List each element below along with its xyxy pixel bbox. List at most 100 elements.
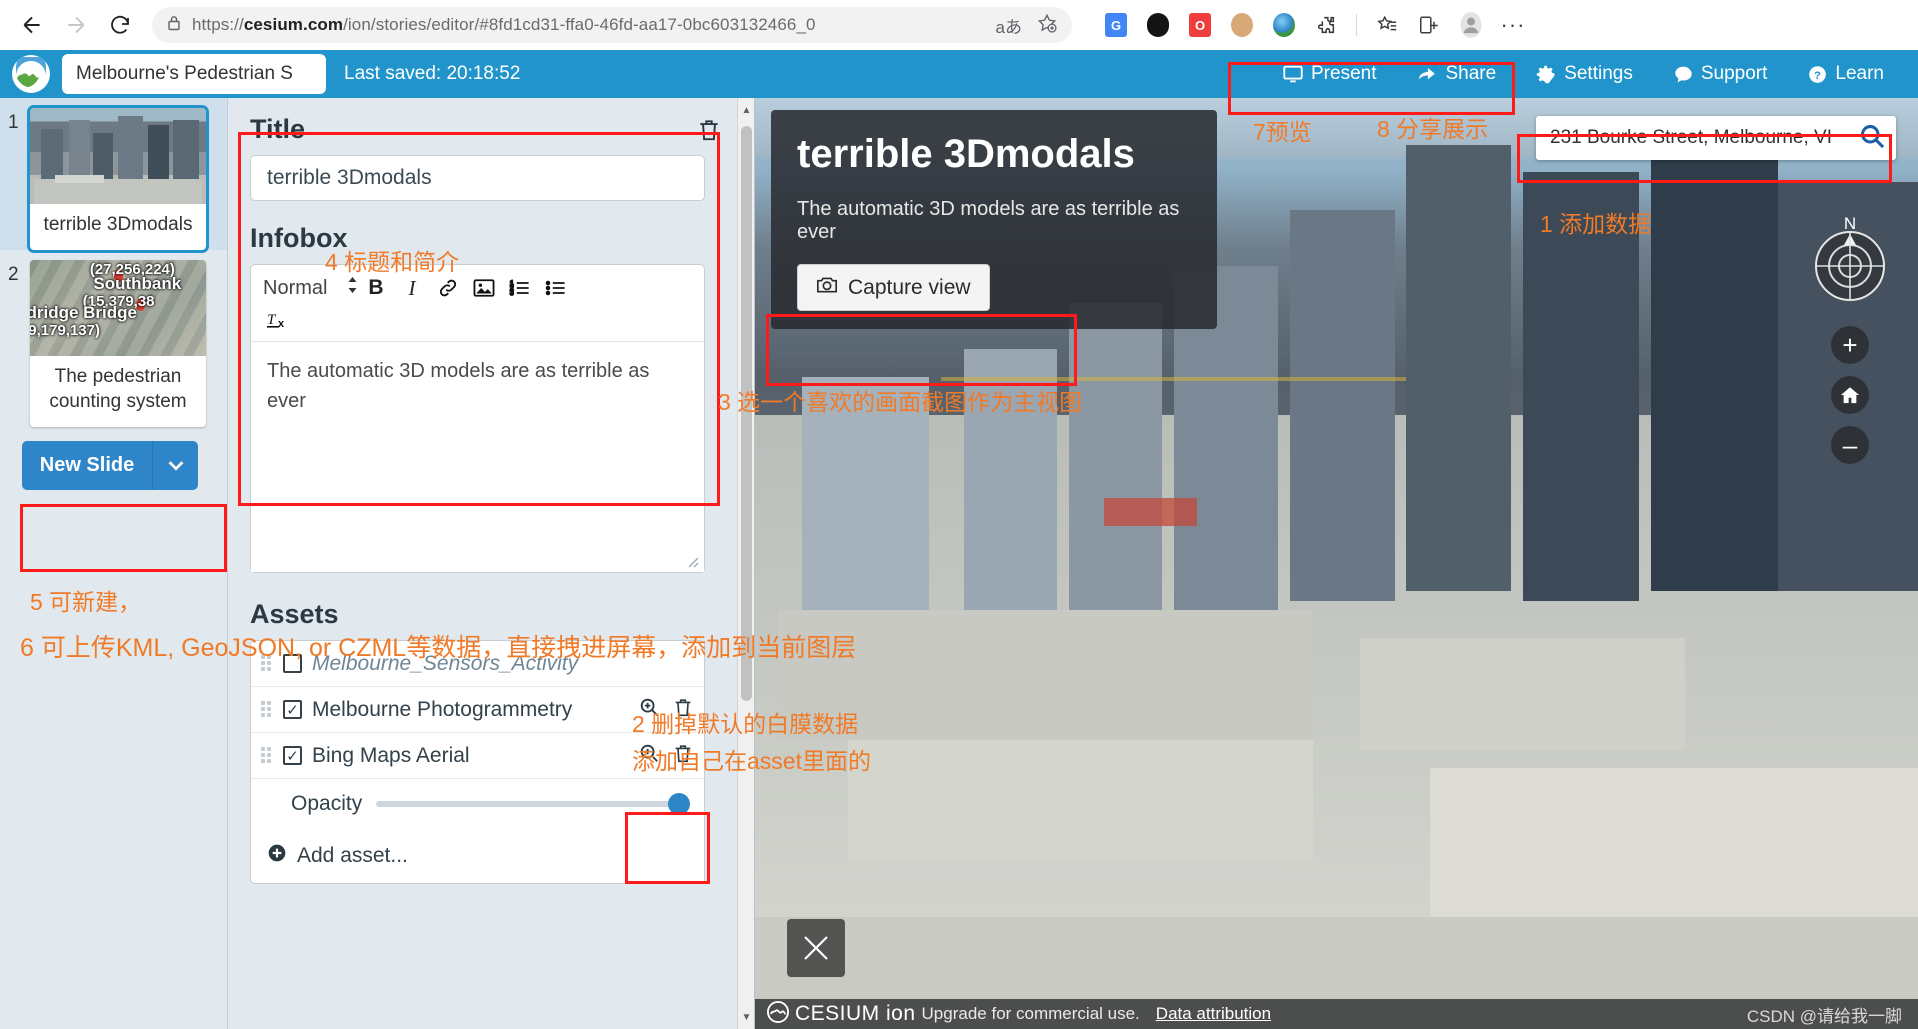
- read-aloud-icon[interactable]: aあ: [996, 13, 1022, 38]
- zoom-out-button[interactable]: –: [1831, 426, 1869, 464]
- gear-icon: [1536, 64, 1557, 85]
- slide-card[interactable]: terrible 3Dmodals: [27, 105, 209, 253]
- italic-icon[interactable]: I: [395, 273, 429, 303]
- capture-view-button[interactable]: Capture view: [797, 264, 990, 311]
- story-title-value: Melbourne's Pedestrian S: [76, 63, 293, 84]
- add-favorite-icon[interactable]: [1036, 12, 1058, 39]
- drag-handle-icon[interactable]: [261, 746, 273, 765]
- opacity-control[interactable]: Opacity: [251, 779, 704, 829]
- overlay-subtitle-text: The automatic 3D models are as terrible …: [797, 198, 1180, 243]
- dark-reader-extension[interactable]: [1140, 7, 1176, 43]
- svg-text:?: ?: [1814, 69, 1821, 81]
- forward-arrow-icon[interactable]: [56, 5, 96, 45]
- new-slide-button[interactable]: New Slide: [22, 440, 152, 490]
- rte-format-dropdown[interactable]: Normal: [263, 275, 359, 301]
- data-attribution-link[interactable]: Data attribution: [1156, 1004, 1271, 1024]
- face-extension[interactable]: [1224, 7, 1260, 43]
- back-arrow-icon[interactable]: [12, 5, 52, 45]
- present-button[interactable]: Present: [1262, 50, 1396, 98]
- scroll-down-arrow[interactable]: ▼: [738, 1007, 754, 1027]
- rte-format-value: Normal: [263, 276, 328, 299]
- measure-tools-icon[interactable]: [787, 919, 845, 977]
- learn-button[interactable]: ? Learn: [1787, 50, 1904, 98]
- delete-slide-button[interactable]: [696, 116, 722, 149]
- last-saved-status: Last saved: 20:18:52: [344, 63, 521, 84]
- image-icon[interactable]: [467, 273, 501, 303]
- assets-section-label: Assets: [250, 599, 339, 629]
- header-actions: Present Share Settings Support ? Learn: [1262, 50, 1918, 98]
- chat-bubble-icon: [1673, 64, 1694, 85]
- annotation-8: 8 分享展示: [1377, 116, 1489, 142]
- browser-toolbar: https://cesium.com/ion/stories/editor/#8…: [0, 0, 1918, 50]
- slides-sidebar: 1 terrible 3Dmodals 2 (27,256,224) South…: [0, 98, 228, 1029]
- bullet-list-icon[interactable]: [539, 273, 573, 303]
- support-button[interactable]: Support: [1653, 50, 1788, 98]
- address-bar[interactable]: https://cesium.com/ion/stories/editor/#8…: [152, 7, 1072, 43]
- cesium-ion-logo[interactable]: [12, 55, 50, 93]
- reload-icon[interactable]: [100, 5, 140, 45]
- asset-visibility-checkbox[interactable]: ✓: [283, 700, 302, 719]
- opera-extension[interactable]: O: [1182, 7, 1218, 43]
- editor-scrollbar[interactable]: ▲ ▼: [737, 98, 754, 1029]
- slide-title-input[interactable]: terrible 3Dmodals: [250, 155, 705, 201]
- slide-editor-panel: Title terrible 3Dmodals Infobox Normal B…: [228, 98, 755, 1029]
- asset-visibility-checkbox[interactable]: ✓: [283, 746, 302, 765]
- svg-text:T: T: [267, 312, 277, 328]
- split-screen-icon[interactable]: [1411, 7, 1447, 43]
- thumbnail-map-labels: (27,256,224) Southbank (15,379,38 dridge…: [30, 260, 182, 339]
- annotation-6: 6 可上传KML, GeoJSON, or CZML等数据，直接拽进屏幕，添加到…: [20, 634, 857, 662]
- slide-number: 2: [8, 263, 19, 285]
- cesium-credit-brand: CESIUM ion: [795, 1002, 916, 1025]
- slide-title-overlay: terrible 3Dmodals The automatic 3D model…: [771, 110, 1217, 329]
- clear-format-icon[interactable]: Tx: [263, 305, 297, 335]
- share-label: Share: [1445, 63, 1497, 84]
- slide-caption: The pedestrian counting system: [49, 365, 187, 413]
- add-asset-button[interactable]: Add asset...: [251, 829, 704, 883]
- favorites-list-icon[interactable]: [1369, 7, 1405, 43]
- search-icon[interactable]: [1858, 122, 1886, 155]
- profile-avatar-icon[interactable]: [1453, 7, 1489, 43]
- puzzle-extensions-icon[interactable]: [1308, 7, 1344, 43]
- settings-button[interactable]: Settings: [1516, 50, 1653, 98]
- updown-caret-icon: [346, 275, 359, 301]
- cesium-globe-viewer[interactable]: terrible 3Dmodals The automatic 3D model…: [755, 98, 1918, 1029]
- resize-handle[interactable]: [685, 554, 699, 568]
- question-circle-icon: ?: [1807, 64, 1828, 85]
- home-button[interactable]: [1831, 376, 1869, 414]
- opacity-slider[interactable]: [376, 793, 690, 815]
- compass-icon[interactable]: N: [1804, 214, 1896, 308]
- support-label: Support: [1700, 63, 1768, 84]
- capture-view-label: Capture view: [848, 275, 971, 299]
- slide-number: 1: [8, 112, 19, 133]
- add-asset-label: Add asset...: [297, 844, 408, 867]
- scroll-up-arrow[interactable]: ▲: [738, 100, 754, 120]
- snipaste-extension[interactable]: [1266, 7, 1302, 43]
- infobox-rich-text-editor[interactable]: Normal B I 1 2 3 T x The automatic 3D mo…: [250, 264, 705, 573]
- search-input[interactable]: 231 Bourke Street, Melbourne, VI: [1550, 127, 1858, 149]
- share-button[interactable]: Share: [1396, 50, 1516, 98]
- title-section-label: Title: [250, 114, 306, 144]
- slide-title-value: terrible 3Dmodals: [267, 166, 432, 189]
- annotation-2b: 添加自己在asset里面的: [632, 748, 871, 774]
- opacity-slider-knob[interactable]: [668, 793, 690, 815]
- link-icon[interactable]: [431, 273, 465, 303]
- zoom-in-button[interactable]: +: [1831, 326, 1869, 364]
- infobox-body-text[interactable]: The automatic 3D models are as terrible …: [251, 342, 704, 434]
- credits-bar: CESIUM ion Upgrade for commercial use. D…: [755, 999, 1918, 1029]
- bold-icon[interactable]: B: [359, 273, 393, 303]
- chevron-down-icon[interactable]: [152, 440, 198, 490]
- infobox-empty-space[interactable]: [251, 434, 704, 572]
- slide-card[interactable]: (27,256,224) Southbank (15,379,38 dridge…: [30, 259, 206, 427]
- geocoder-search-box[interactable]: 231 Bourke Street, Melbourne, VI: [1536, 116, 1896, 160]
- slide-caption: terrible 3Dmodals: [43, 214, 193, 235]
- more-options-icon[interactable]: ···: [1495, 7, 1531, 43]
- slide-item-1[interactable]: 1 terrible 3Dmodals: [0, 98, 227, 253]
- toolbar-divider: [1356, 14, 1357, 36]
- annotation-4: 4 标题和简介: [325, 249, 460, 275]
- google-translate-extension[interactable]: G: [1098, 7, 1134, 43]
- story-title-input[interactable]: Melbourne's Pedestrian S: [62, 54, 326, 94]
- drag-handle-icon[interactable]: [261, 700, 273, 719]
- slide-item-2[interactable]: 2 (27,256,224) Southbank (15,379,38 drid…: [0, 250, 227, 427]
- svg-text:3: 3: [510, 290, 514, 297]
- ordered-list-icon[interactable]: 123: [503, 273, 537, 303]
